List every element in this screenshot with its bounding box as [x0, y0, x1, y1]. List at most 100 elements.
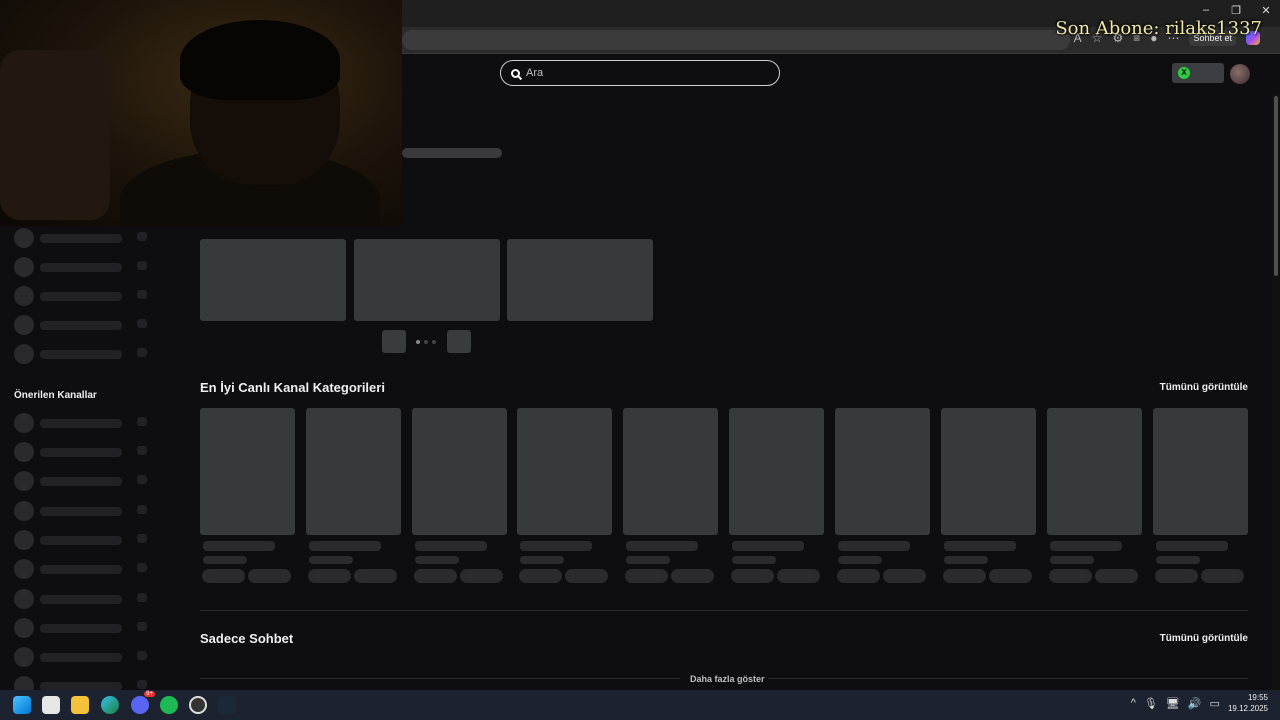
- carousel-dot[interactable]: [424, 340, 428, 344]
- category-tag-skeleton: [1155, 569, 1198, 583]
- category-card[interactable]: [729, 408, 824, 535]
- page-scrollbar[interactable]: [1272, 94, 1280, 690]
- sidebar-item-skeleton[interactable]: [14, 530, 122, 550]
- category-card[interactable]: [306, 408, 401, 535]
- category-title-skeleton: [626, 541, 698, 551]
- category-tag-skeleton: [248, 569, 291, 583]
- just-chatting-see-all-link[interactable]: Tümünü görüntüle: [1160, 633, 1248, 644]
- carousel-card[interactable]: [200, 239, 346, 321]
- category-tag-skeleton: [1049, 569, 1092, 583]
- category-title-skeleton: [415, 541, 487, 551]
- category-card[interactable]: [835, 408, 930, 535]
- sidebar-item-skeleton[interactable]: [14, 315, 122, 335]
- discord-badge: 9+: [144, 691, 155, 697]
- category-tag-skeleton: [565, 569, 608, 583]
- category-card[interactable]: [941, 408, 1036, 535]
- file-explorer-icon[interactable]: [71, 696, 89, 714]
- sidebar-item-skeleton[interactable]: [14, 257, 122, 277]
- network-icon[interactable]: 🖥: [1166, 697, 1180, 710]
- category-tag-skeleton: [777, 569, 820, 583]
- sidebar-item-skeleton[interactable]: [14, 559, 122, 579]
- chevron-up-icon[interactable]: ^: [1131, 697, 1136, 709]
- sidebar-item-skeleton[interactable]: [14, 471, 122, 491]
- category-card[interactable]: [200, 408, 295, 535]
- windows-start-icon[interactable]: [13, 696, 31, 714]
- address-bar[interactable]: [402, 30, 1070, 50]
- last-subscriber-overlay: Son Abone: rilaks1337: [1055, 18, 1262, 39]
- carousel-dot[interactable]: [416, 340, 420, 344]
- top-categories-see-all-link[interactable]: Tümünü görüntüle: [1160, 382, 1248, 393]
- category-card[interactable]: [517, 408, 612, 535]
- recommended-channels-title: Önerilen Kanallar: [14, 390, 97, 401]
- category-title-skeleton: [309, 541, 381, 551]
- category-title-skeleton: [520, 541, 592, 551]
- category-tag-skeleton: [202, 569, 245, 583]
- sidebar-item-skeleton[interactable]: [14, 228, 122, 248]
- category-title-skeleton: [1050, 541, 1122, 551]
- category-tag-skeleton: [519, 569, 562, 583]
- section-divider: [200, 610, 1248, 611]
- category-tag-skeleton: [837, 569, 880, 583]
- extension-button[interactable]: X: [1172, 63, 1224, 83]
- clock[interactable]: 19:55 19.12.2025: [1228, 692, 1268, 714]
- just-chatting-title: Sadece Sohbet: [200, 631, 294, 646]
- category-viewers-skeleton: [415, 556, 459, 564]
- edge-icon[interactable]: [101, 696, 119, 714]
- category-tag-skeleton: [1201, 569, 1244, 583]
- sidebar-item-skeleton[interactable]: [14, 589, 122, 609]
- show-more-divider: [200, 678, 680, 679]
- sidebar-item-skeleton[interactable]: [14, 344, 122, 364]
- steam-icon[interactable]: [218, 696, 236, 714]
- category-tag-skeleton: [460, 569, 503, 583]
- microphone-icon[interactable]: 🎙: [1144, 697, 1158, 710]
- spotify-icon[interactable]: [160, 696, 178, 714]
- obs-icon[interactable]: [189, 696, 207, 714]
- carousel-prev-button[interactable]: [382, 330, 406, 353]
- category-card[interactable]: [1047, 408, 1142, 535]
- category-title-skeleton: [203, 541, 275, 551]
- carousel-dot[interactable]: [432, 340, 436, 344]
- sidebar-item-skeleton[interactable]: [14, 442, 122, 462]
- carousel-next-button[interactable]: [447, 330, 471, 353]
- battery-icon[interactable]: ▭: [1210, 697, 1220, 710]
- category-tag-skeleton: [308, 569, 351, 583]
- sidebar-item-skeleton[interactable]: [14, 501, 122, 521]
- search-icon: [511, 68, 520, 78]
- category-title-skeleton: [944, 541, 1016, 551]
- category-viewers-skeleton: [732, 556, 776, 564]
- close-icon[interactable]: ✕: [1258, 4, 1274, 17]
- show-more-button[interactable]: Daha fazla göster: [690, 674, 765, 684]
- sidebar: [0, 226, 176, 696]
- carousel-card[interactable]: [354, 239, 500, 321]
- discord-icon[interactable]: 9+: [131, 691, 155, 714]
- clock-time: 19:55: [1247, 693, 1268, 702]
- heading-skeleton: [402, 148, 502, 158]
- restore-icon[interactable]: ❐: [1228, 4, 1244, 17]
- store-icon[interactable]: [42, 696, 60, 714]
- category-tag-skeleton: [883, 569, 926, 583]
- category-card[interactable]: [1153, 408, 1248, 535]
- sidebar-item-skeleton[interactable]: [14, 647, 122, 667]
- scrollbar-thumb[interactable]: [1274, 96, 1278, 276]
- category-tag-skeleton: [989, 569, 1032, 583]
- system-tray: ^ 🎙 🖥 🔊 ▭ 19:55 19.12.2025: [1131, 692, 1268, 714]
- category-tag-skeleton: [354, 569, 397, 583]
- carousel-card[interactable]: [507, 239, 653, 321]
- category-tag-skeleton: [1095, 569, 1138, 583]
- top-categories-title: En İyi Canlı Kanal Kategorileri: [200, 380, 385, 395]
- category-card[interactable]: [412, 408, 507, 535]
- volume-icon[interactable]: 🔊: [1188, 697, 1202, 710]
- category-tag-skeleton: [625, 569, 668, 583]
- search-input[interactable]: Ara: [500, 60, 780, 86]
- user-avatar[interactable]: [1230, 64, 1250, 84]
- show-more-divider: [768, 678, 1248, 679]
- sidebar-item-skeleton[interactable]: [14, 286, 122, 306]
- minimize-icon[interactable]: –: [1198, 4, 1214, 17]
- webcam-overlay: [0, 0, 402, 226]
- sidebar-item-skeleton[interactable]: [14, 618, 122, 638]
- category-viewers-skeleton: [309, 556, 353, 564]
- sidebar-item-skeleton[interactable]: [14, 413, 122, 433]
- category-card[interactable]: [623, 408, 718, 535]
- category-viewers-skeleton: [1156, 556, 1200, 564]
- extension-x-icon: X: [1178, 67, 1190, 79]
